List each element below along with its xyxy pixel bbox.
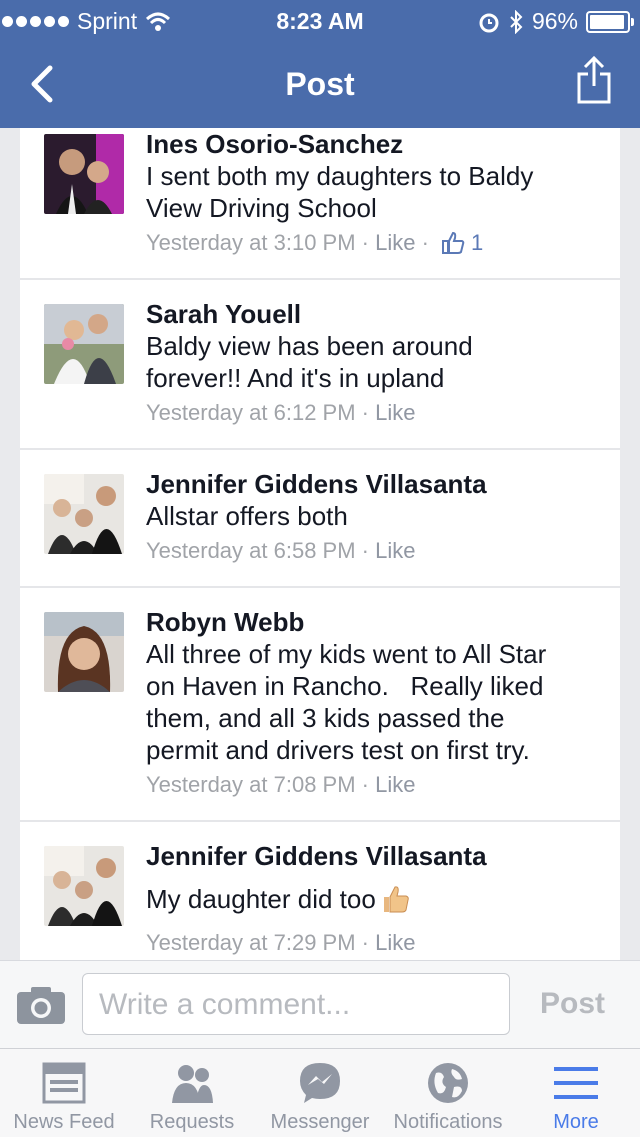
like-link[interactable]: Like	[375, 768, 415, 802]
status-bar: Sprint 8:23 AM 96%	[0, 0, 640, 40]
page-title: Post	[285, 66, 355, 102]
share-icon[interactable]	[576, 54, 612, 106]
tab-label: News Feed	[13, 1111, 115, 1133]
avatar[interactable]	[44, 846, 124, 926]
like-link[interactable]: Like	[375, 396, 415, 430]
tab-messenger[interactable]: Messenger	[256, 1057, 384, 1137]
thumbs-up-emoji-icon	[383, 886, 409, 913]
like-count[interactable]: 1	[441, 226, 483, 260]
avatar[interactable]	[44, 134, 124, 214]
commenter-name[interactable]: Jennifer Giddens Villasanta	[146, 468, 600, 500]
battery-percent: 96%	[531, 8, 578, 34]
comment-text: My daughter did too	[146, 884, 376, 914]
bluetooth-icon	[510, 9, 523, 34]
commenter-name[interactable]: Robyn Webb	[146, 606, 600, 638]
thumbs-up-icon	[442, 231, 465, 254]
alarm-icon	[479, 13, 499, 32]
tab-label: More	[553, 1111, 599, 1133]
comment-list[interactable]: Ines Osorio-Sanchez I sent both my daugh…	[20, 128, 620, 960]
comment-input[interactable]: Write a comment...	[82, 973, 510, 1035]
comment-item: Jennifer Giddens Villasanta Allstar offe…	[20, 450, 620, 588]
post-button[interactable]: Post	[540, 987, 605, 1021]
commenter-name[interactable]: Jennifer Giddens Villasanta	[146, 840, 600, 872]
tab-requests[interactable]: Requests	[128, 1057, 256, 1137]
nav-bar: Post	[0, 40, 640, 128]
top-bar: Sprint 8:23 AM 96% Post	[0, 0, 640, 128]
avatar[interactable]	[44, 612, 124, 692]
comment-timestamp: Yesterday at 3:10 PM	[146, 230, 356, 255]
comment-timestamp: Yesterday at 7:08 PM	[146, 772, 356, 797]
notifications-icon	[428, 1063, 468, 1103]
comment-text: I sent both my daughters to Baldy View D…	[146, 161, 534, 223]
tab-label: Notifications	[393, 1111, 503, 1133]
like-link[interactable]: Like	[375, 226, 415, 260]
more-icon	[554, 1067, 598, 1099]
comment-text-row: My daughter did too	[146, 882, 600, 916]
camera-icon[interactable]	[16, 985, 66, 1025]
like-link[interactable]: Like	[375, 534, 415, 568]
tab-news-feed[interactable]: News Feed	[0, 1057, 128, 1137]
tab-bar: News Feed Requests Messenger Notificatio…	[0, 1048, 640, 1137]
comment-timestamp: Yesterday at 6:12 PM	[146, 400, 356, 425]
comment-item: Robyn Webb All three of my kids went to …	[20, 588, 620, 822]
commenter-name[interactable]: Sarah Youell	[146, 298, 600, 330]
commenter-name[interactable]: Ines Osorio-Sanchez	[146, 128, 600, 160]
comment-item: Jennifer Giddens Villasanta My daughter …	[20, 822, 620, 960]
like-count-value: 1	[471, 230, 484, 255]
requests-icon	[172, 1065, 213, 1103]
tab-notifications[interactable]: Notifications	[384, 1057, 512, 1137]
comment-timestamp: Yesterday at 6:58 PM	[146, 538, 356, 563]
avatar[interactable]	[44, 474, 124, 554]
battery-icon	[586, 10, 634, 33]
comment-text: Allstar offers both	[146, 501, 348, 531]
like-link[interactable]: Like	[375, 926, 415, 960]
tab-more[interactable]: More	[512, 1057, 640, 1137]
comment-composer: Write a comment... Post	[0, 960, 640, 1049]
avatar[interactable]	[44, 304, 124, 384]
comment-text: Baldy view has been around forever!! And…	[146, 331, 473, 393]
comment-item: Ines Osorio-Sanchez I sent both my daugh…	[20, 128, 620, 280]
comment-timestamp: Yesterday at 7:29 PM	[146, 930, 356, 955]
tab-label: Requests	[149, 1111, 235, 1133]
messenger-icon	[300, 1063, 340, 1103]
comment-text: All three of my kids went to All Star on…	[146, 639, 547, 765]
comment-item: Sarah Youell Baldy view has been around …	[20, 280, 620, 450]
news-feed-icon	[42, 1062, 86, 1104]
tab-label: Messenger	[270, 1111, 370, 1133]
